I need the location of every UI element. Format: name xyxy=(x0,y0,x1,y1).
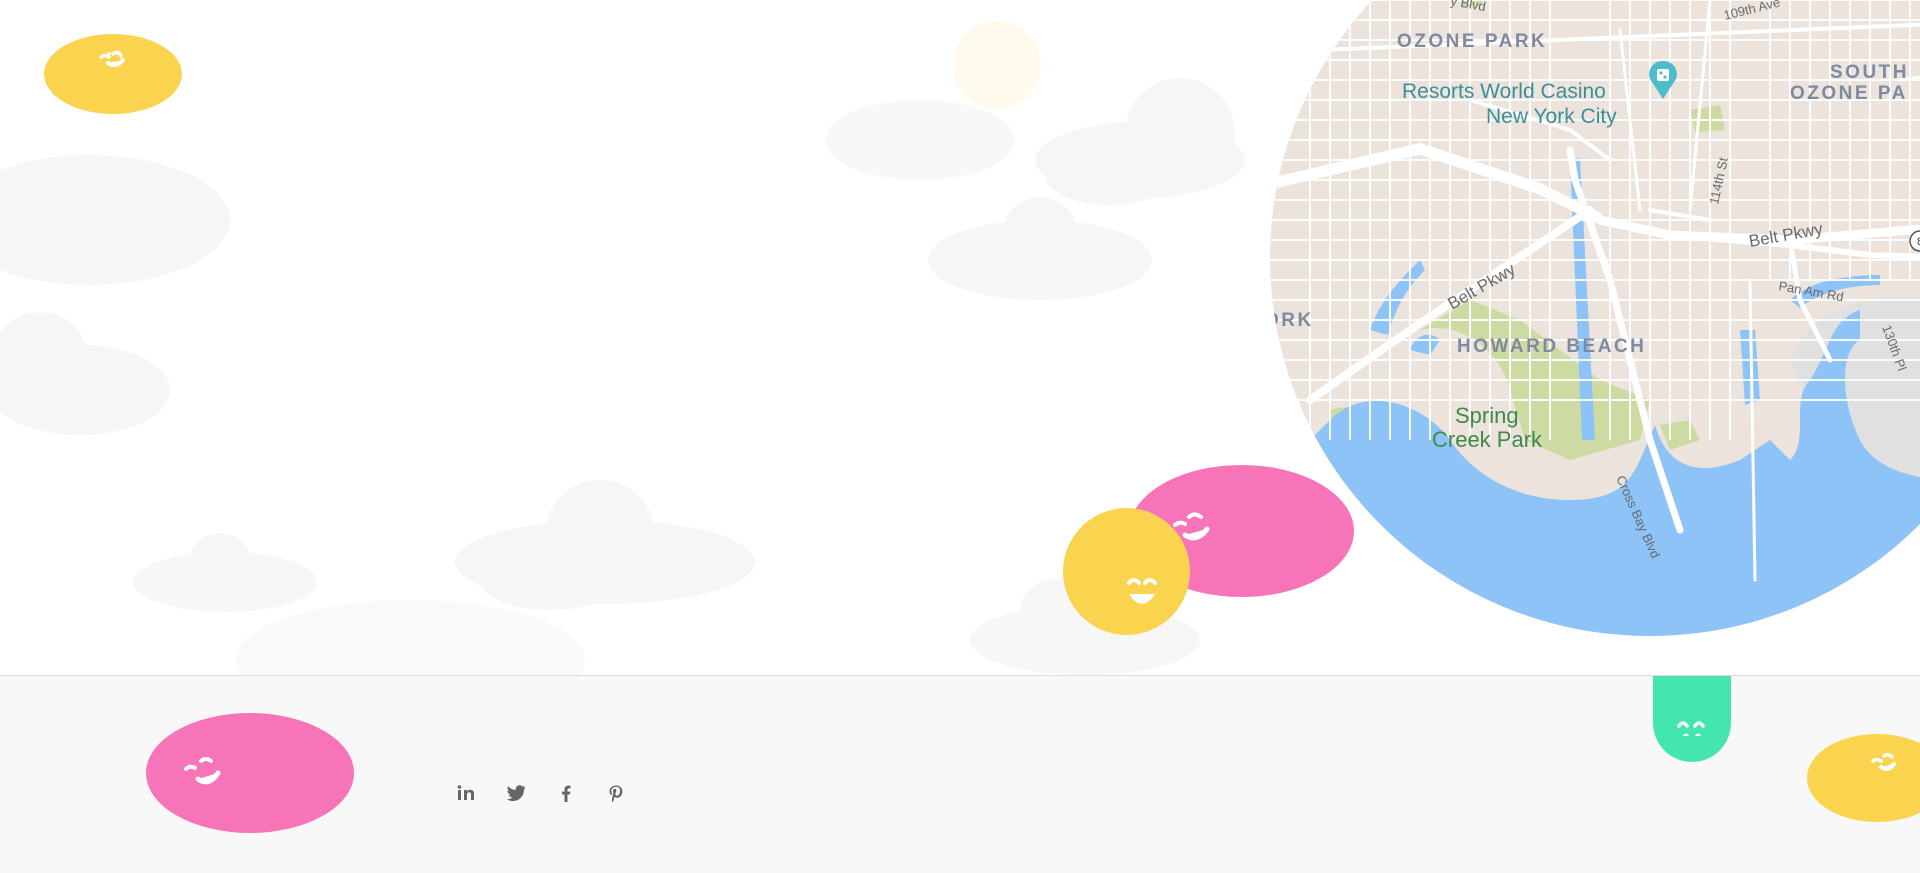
twitter-link[interactable] xyxy=(499,776,533,810)
smiley-face-icon xyxy=(184,757,221,785)
smiley-face-icon xyxy=(1127,578,1157,604)
cloud-decoration xyxy=(0,312,170,435)
location-map[interactable]: OZONE PARK SOUTH OZONE PA Resorts World … xyxy=(1270,0,1920,636)
map-pin-icon[interactable] xyxy=(1649,61,1677,99)
yellow-blob-character xyxy=(44,34,182,114)
cloud-decoration xyxy=(0,155,230,285)
map-label-blvd: y Blvd xyxy=(1449,0,1486,14)
cloud-decoration xyxy=(825,100,1015,180)
yellow-blob-character xyxy=(1807,734,1920,822)
map-label-ork: ORK xyxy=(1270,310,1314,331)
sun-decoration xyxy=(953,21,1041,109)
cloud-decoration xyxy=(1035,78,1245,205)
hero-section: OZONE PARK SOUTH OZONE PA Resorts World … xyxy=(0,0,1920,675)
facebook-icon xyxy=(562,785,571,802)
map-label-south-ozone-park-2: OZONE PA xyxy=(1790,83,1908,104)
green-blob-character xyxy=(1653,676,1731,762)
cloud-decoration xyxy=(928,197,1152,300)
pink-blob-character xyxy=(146,713,354,833)
map-label-casino-2: New York City xyxy=(1486,105,1617,128)
pinterest-icon xyxy=(609,785,623,802)
map-label-south-ozone-park: SOUTH xyxy=(1830,62,1909,83)
map-label-spring-creek-park: Spring xyxy=(1455,403,1519,428)
twitter-icon xyxy=(506,785,526,801)
linkedin-icon xyxy=(457,785,474,800)
footer xyxy=(0,675,1920,873)
smiley-face-icon xyxy=(99,50,125,67)
social-links xyxy=(449,776,649,810)
smiley-face-icon xyxy=(1677,721,1705,736)
map-label-ozone-park: OZONE PARK xyxy=(1397,31,1547,52)
map-label-casino: Resorts World Casino xyxy=(1402,80,1606,103)
cloud-decoration xyxy=(235,600,585,675)
pinterest-link[interactable] xyxy=(599,776,633,810)
smiley-face-icon xyxy=(1871,752,1896,771)
yellow-circle-character xyxy=(1063,508,1190,635)
map-label-spring-creek-park-2: Creek Park xyxy=(1432,427,1543,452)
linkedin-link[interactable] xyxy=(449,776,483,810)
facebook-link[interactable] xyxy=(549,776,583,810)
map-label-howard-beach: HOWARD BEACH xyxy=(1457,336,1646,357)
